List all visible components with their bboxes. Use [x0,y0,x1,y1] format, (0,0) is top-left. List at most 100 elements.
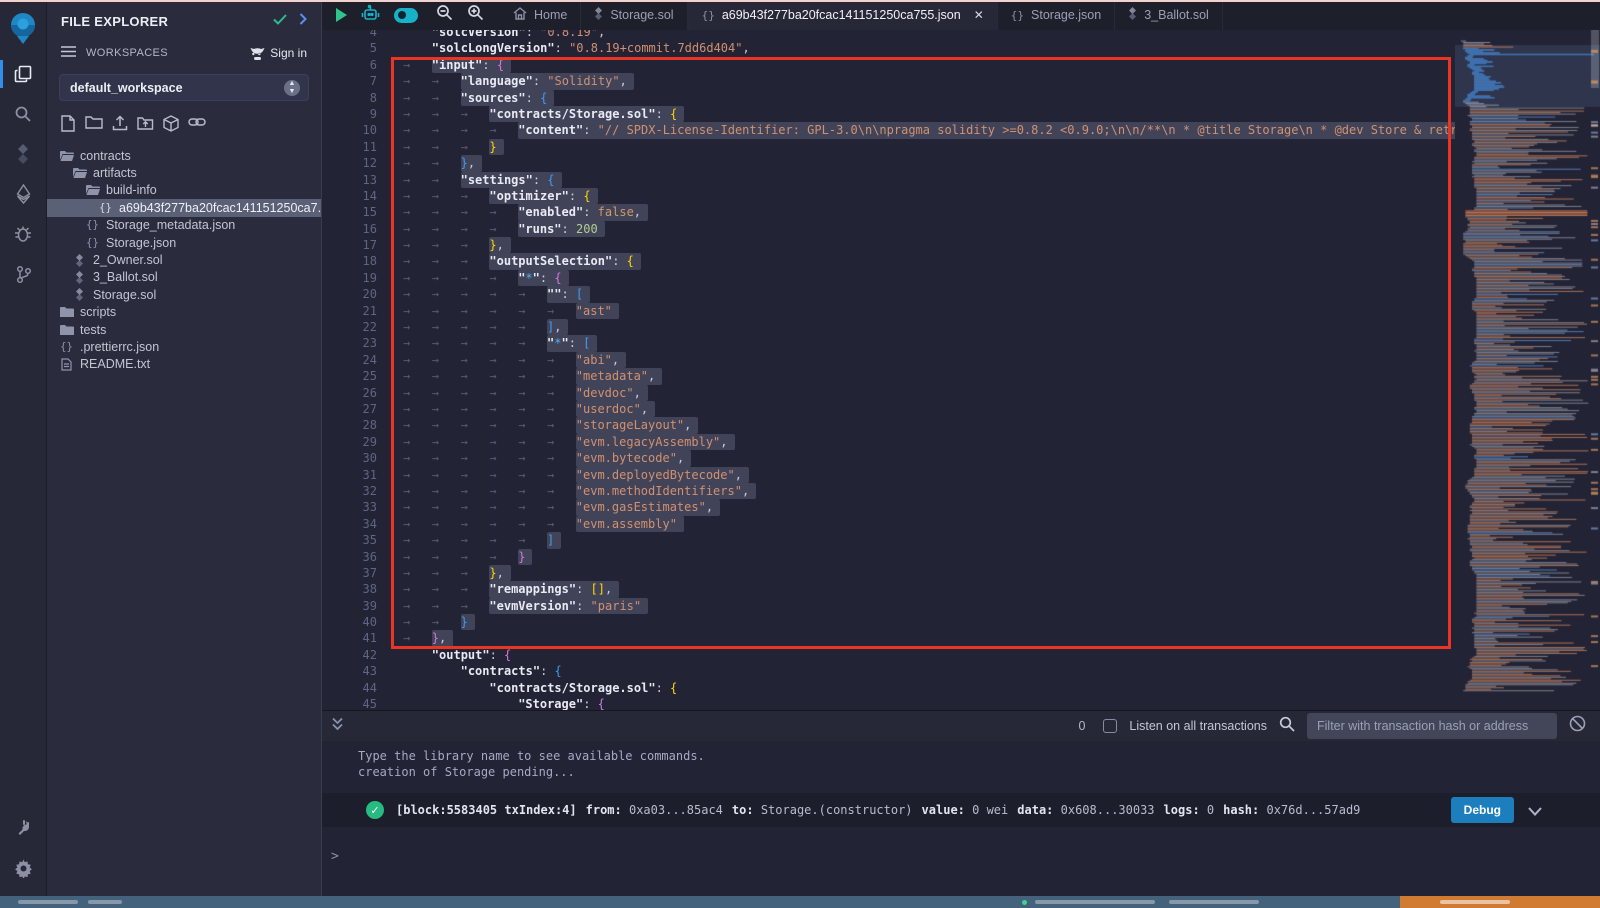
code-line[interactable]: 37→→→}, [322,565,1455,581]
code-line[interactable]: 8→→"sources": { [322,90,1455,106]
sidebar-item-search[interactable] [0,94,47,134]
code-line[interactable]: 5"solcLongVersion": "0.8.19+commit.7dd6d… [322,40,1455,56]
code-line[interactable]: 18→→→"outputSelection": { [322,253,1455,269]
collapse-terminal-icon[interactable] [331,717,344,736]
code-line[interactable]: 15→→→→"enabled": false, [322,204,1455,220]
ai-copilot-toggle[interactable] [394,8,418,23]
upload-file-icon[interactable] [112,115,128,137]
debug-button[interactable]: Debug [1451,797,1514,823]
file-tree-item[interactable]: scripts [47,304,321,321]
code-line[interactable]: 19→→→→"*": { [322,270,1455,286]
sidebar-item-plugin-manager[interactable] [0,808,47,848]
file-tree-item[interactable]: Storage.sol [47,286,321,303]
editor-minimap[interactable] [1455,30,1600,710]
workspaces-menu-icon[interactable] [61,44,76,62]
chevron-down-icon[interactable] [1528,803,1542,821]
code-line[interactable]: 21→→→→→→"ast" [322,303,1455,319]
code-line[interactable]: 22→→→→→], [322,319,1455,335]
file-tree-item[interactable]: tests [47,321,321,338]
run-script-icon[interactable] [336,8,347,22]
tab-storage-sol[interactable]: Storage.sol [581,0,687,30]
code-line[interactable]: 14→→→"optimizer": { [322,188,1455,204]
code-editor[interactable]: 4"solcVersion": "0.8.19",5"solcLongVersi… [322,30,1600,710]
code-line[interactable]: 41→}, [322,630,1455,646]
code-line[interactable]: 42"output": { [322,647,1455,663]
file-tree-item[interactable]: {}Storage.json [47,234,321,251]
clear-console-icon[interactable] [1569,715,1586,737]
code-line[interactable]: 31→→→→→→"evm.deployedBytecode", [322,467,1455,483]
code-line[interactable]: 44"contracts/Storage.sol": { [322,680,1455,696]
code-line[interactable]: 39→→→"evmVersion": "paris" [322,598,1455,614]
file-tree-item[interactable]: {}Storage_metadata.json [47,217,321,234]
tab-3-ballot-sol[interactable]: 3_Ballot.sol [1115,0,1223,30]
link-icon[interactable] [188,115,206,137]
tab-home[interactable]: Home [500,0,581,30]
code-line[interactable]: 25→→→→→→"metadata", [322,368,1455,384]
code-line[interactable]: 23→→→→→"*": [ [322,335,1455,351]
code-line[interactable]: 28→→→→→→"storageLayout", [322,417,1455,433]
solidity-icon [72,254,87,267]
new-folder-icon[interactable] [85,115,103,137]
transaction-log-row[interactable]: ✓ [block:5583405 txIndex:4]from: 0xa03..… [322,793,1600,827]
file-tree-item[interactable]: artifacts [47,164,321,181]
code-line[interactable]: 32→→→→→→"evm.methodIdentifiers", [322,483,1455,499]
code-line[interactable]: 9→→→"contracts/Storage.sol": { [322,106,1455,122]
upload-folder-icon[interactable] [137,115,154,137]
code-line[interactable]: 24→→→→→→"abi", [322,352,1455,368]
code-line[interactable]: 36→→→→} [322,549,1455,565]
code-line[interactable]: 16→→→→"runs": 200 [322,221,1455,237]
sidebar-item-solidity-compiler[interactable] [0,134,47,174]
code-line[interactable]: 34→→→→→→"evm.assembly" [322,516,1455,532]
sign-in-button[interactable]: Sign in [250,46,307,60]
file-tree-item[interactable]: {}a69b43f277ba20fcac141151250ca7... [47,199,321,216]
folder-icon [59,150,74,162]
code-line[interactable]: 4"solcVersion": "0.8.19", [322,30,1455,40]
workspace-select[interactable]: default_workspace ▲▼ [59,74,309,101]
code-line[interactable]: 33→→→→→→"evm.gasEstimates", [322,499,1455,515]
code-line[interactable]: 12→→}, [322,155,1455,171]
sidebar-item-git[interactable] [0,254,47,294]
ai-assistant-icon[interactable] [361,4,380,27]
remix-logo-icon[interactable] [0,2,47,54]
file-name: Storage_metadata.json [106,218,235,232]
code-line[interactable]: 6→"input": { [322,57,1455,73]
code-line[interactable]: 30→→→→→→"evm.bytecode", [322,450,1455,466]
code-line[interactable]: 29→→→→→→"evm.legacyAssembly", [322,434,1455,450]
code-line[interactable]: 43"contracts": { [322,663,1455,679]
zoom-in-icon[interactable] [467,4,484,26]
zoom-out-icon[interactable] [436,4,453,26]
code-line[interactable]: 20→→→→→"": [ [322,286,1455,302]
file-tree-item[interactable]: contracts [47,147,321,164]
sidebar-item-file-explorer[interactable] [0,54,47,94]
file-tree-item[interactable]: 3_Ballot.sol [47,269,321,286]
code-line[interactable]: 13→→"settings": { [322,172,1455,188]
chevron-right-icon[interactable] [299,12,307,30]
code-line[interactable]: 45"Storage": { [322,696,1455,710]
file-tree-item[interactable]: build-info [47,182,321,199]
code-line[interactable]: 7→→"language": "Solidity", [322,73,1455,89]
new-file-icon[interactable] [61,115,76,137]
publish-to-gist-icon[interactable] [163,115,179,137]
status-alert-badge[interactable] [1400,896,1600,908]
sidebar-item-debugger[interactable] [0,214,47,254]
listen-all-checkbox[interactable] [1103,719,1117,733]
tab-a69b43f277ba20fcac141151250ca755-json[interactable]: {}a69b43f277ba20fcac141151250ca755.json✕ [688,0,998,30]
code-line[interactable]: 38→→→"remappings": [], [322,581,1455,597]
sidebar-item-deploy-run[interactable] [0,174,47,214]
terminal-prompt[interactable]: > [331,849,339,864]
tab-storage-json[interactable]: {}Storage.json [998,0,1115,30]
code-line[interactable]: 26→→→→→→"devdoc", [322,385,1455,401]
file-tree-item[interactable]: 2_Owner.sol [47,251,321,268]
sidebar-item-settings[interactable] [0,848,47,888]
file-tree-item[interactable]: {}.prettierrc.json [47,338,321,355]
transaction-filter-input[interactable] [1307,713,1557,739]
close-tab-icon[interactable]: ✕ [974,8,984,22]
file-tree-item[interactable]: README.txt [47,356,321,373]
code-line[interactable]: 40→→} [322,614,1455,630]
code-line[interactable]: 17→→→}, [322,237,1455,253]
code-line[interactable]: 10→→→→"content": "// SPDX-License-Identi… [322,122,1455,138]
github-icon [250,47,265,60]
code-line[interactable]: 11→→→} [322,139,1455,155]
code-line[interactable]: 27→→→→→→"userdoc", [322,401,1455,417]
code-line[interactable]: 35→→→→→] [322,532,1455,548]
